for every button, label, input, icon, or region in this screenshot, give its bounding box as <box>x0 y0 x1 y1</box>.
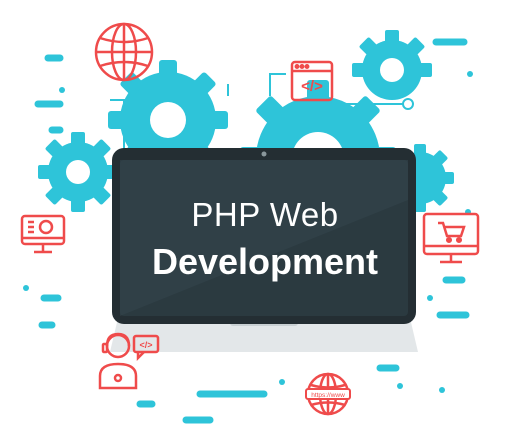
upper-gear <box>352 30 432 100</box>
code-glyph: </> <box>301 78 323 95</box>
dev-code-glyph: </> <box>139 340 152 350</box>
www-badge-text: https://www <box>311 392 345 399</box>
www-globe-icon: https://www <box>305 372 351 416</box>
shopping-cart-monitor-icon <box>422 212 480 264</box>
headline-line-2: Development <box>151 241 379 282</box>
php-web-development-illustration: </> </> https://www PHP Web Development <box>0 0 509 441</box>
headline: PHP Web Development <box>120 196 410 284</box>
developer-icon: </> <box>98 332 160 390</box>
monitor-icon <box>20 214 66 254</box>
headline-line-1: PHP Web <box>191 196 339 233</box>
small-gear <box>38 132 118 212</box>
globe-icon <box>94 22 154 82</box>
